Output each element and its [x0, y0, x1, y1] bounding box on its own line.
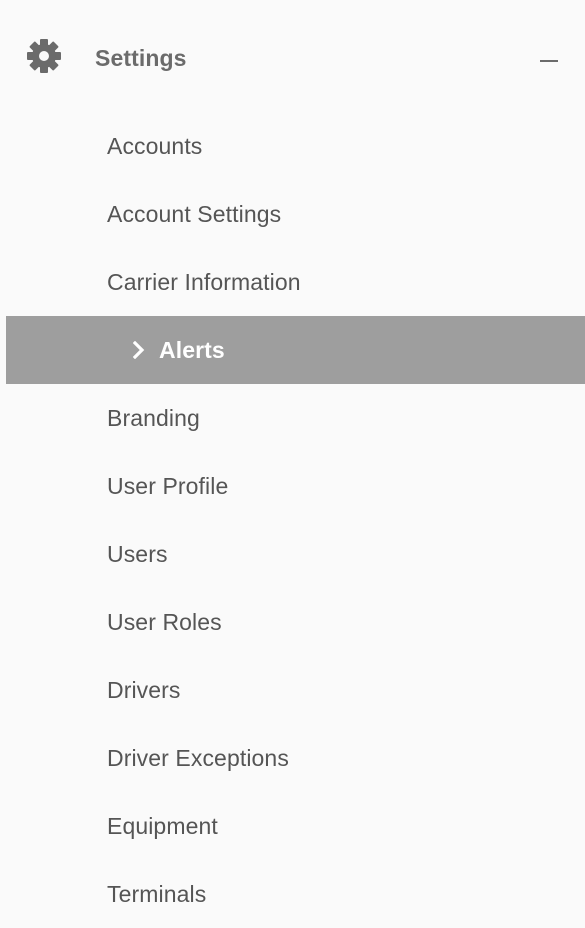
settings-header-label: Settings — [95, 45, 187, 71]
menu-item-label: Alerts — [159, 336, 225, 363]
chevron-right-icon — [133, 341, 145, 359]
settings-sidebar: Settings Accounts Account Settings Carri… — [0, 0, 585, 916]
menu-item-label: Drivers — [107, 676, 181, 703]
menu-item-label: Driver Exceptions — [107, 744, 289, 771]
menu-item-label: Users — [107, 540, 168, 567]
menu-item-label: Equipment — [107, 812, 218, 839]
menu-item-terminals[interactable]: Terminals — [0, 860, 585, 928]
menu-item-label: User Roles — [107, 608, 222, 635]
menu-item-alerts[interactable]: Alerts — [6, 316, 585, 384]
minus-icon[interactable] — [540, 60, 558, 62]
menu-item-label: User Profile — [107, 472, 229, 499]
menu-item-users[interactable]: Users — [0, 520, 585, 588]
menu-item-label: Terminals — [107, 880, 207, 907]
menu-item-account-settings[interactable]: Account Settings — [0, 180, 585, 248]
menu-item-label: Accounts — [107, 132, 203, 159]
menu-item-label: Branding — [107, 404, 200, 431]
menu-item-label: Carrier Information — [107, 268, 301, 295]
menu-item-label: Account Settings — [107, 200, 282, 227]
menu-item-driver-exceptions[interactable]: Driver Exceptions — [0, 724, 585, 792]
menu-item-equipment[interactable]: Equipment — [0, 792, 585, 860]
menu-item-drivers[interactable]: Drivers — [0, 656, 585, 724]
gear-icon — [27, 39, 61, 73]
menu-item-user-roles[interactable]: User Roles — [0, 588, 585, 656]
menu-item-user-profile[interactable]: User Profile — [0, 452, 585, 520]
menu-item-branding[interactable]: Branding — [0, 384, 585, 452]
menu-item-carrier-information[interactable]: Carrier Information — [0, 248, 585, 316]
settings-section-header[interactable]: Settings — [0, 24, 585, 92]
menu-item-accounts[interactable]: Accounts — [0, 112, 585, 180]
settings-menu: Accounts Account Settings Carrier Inform… — [0, 112, 585, 928]
